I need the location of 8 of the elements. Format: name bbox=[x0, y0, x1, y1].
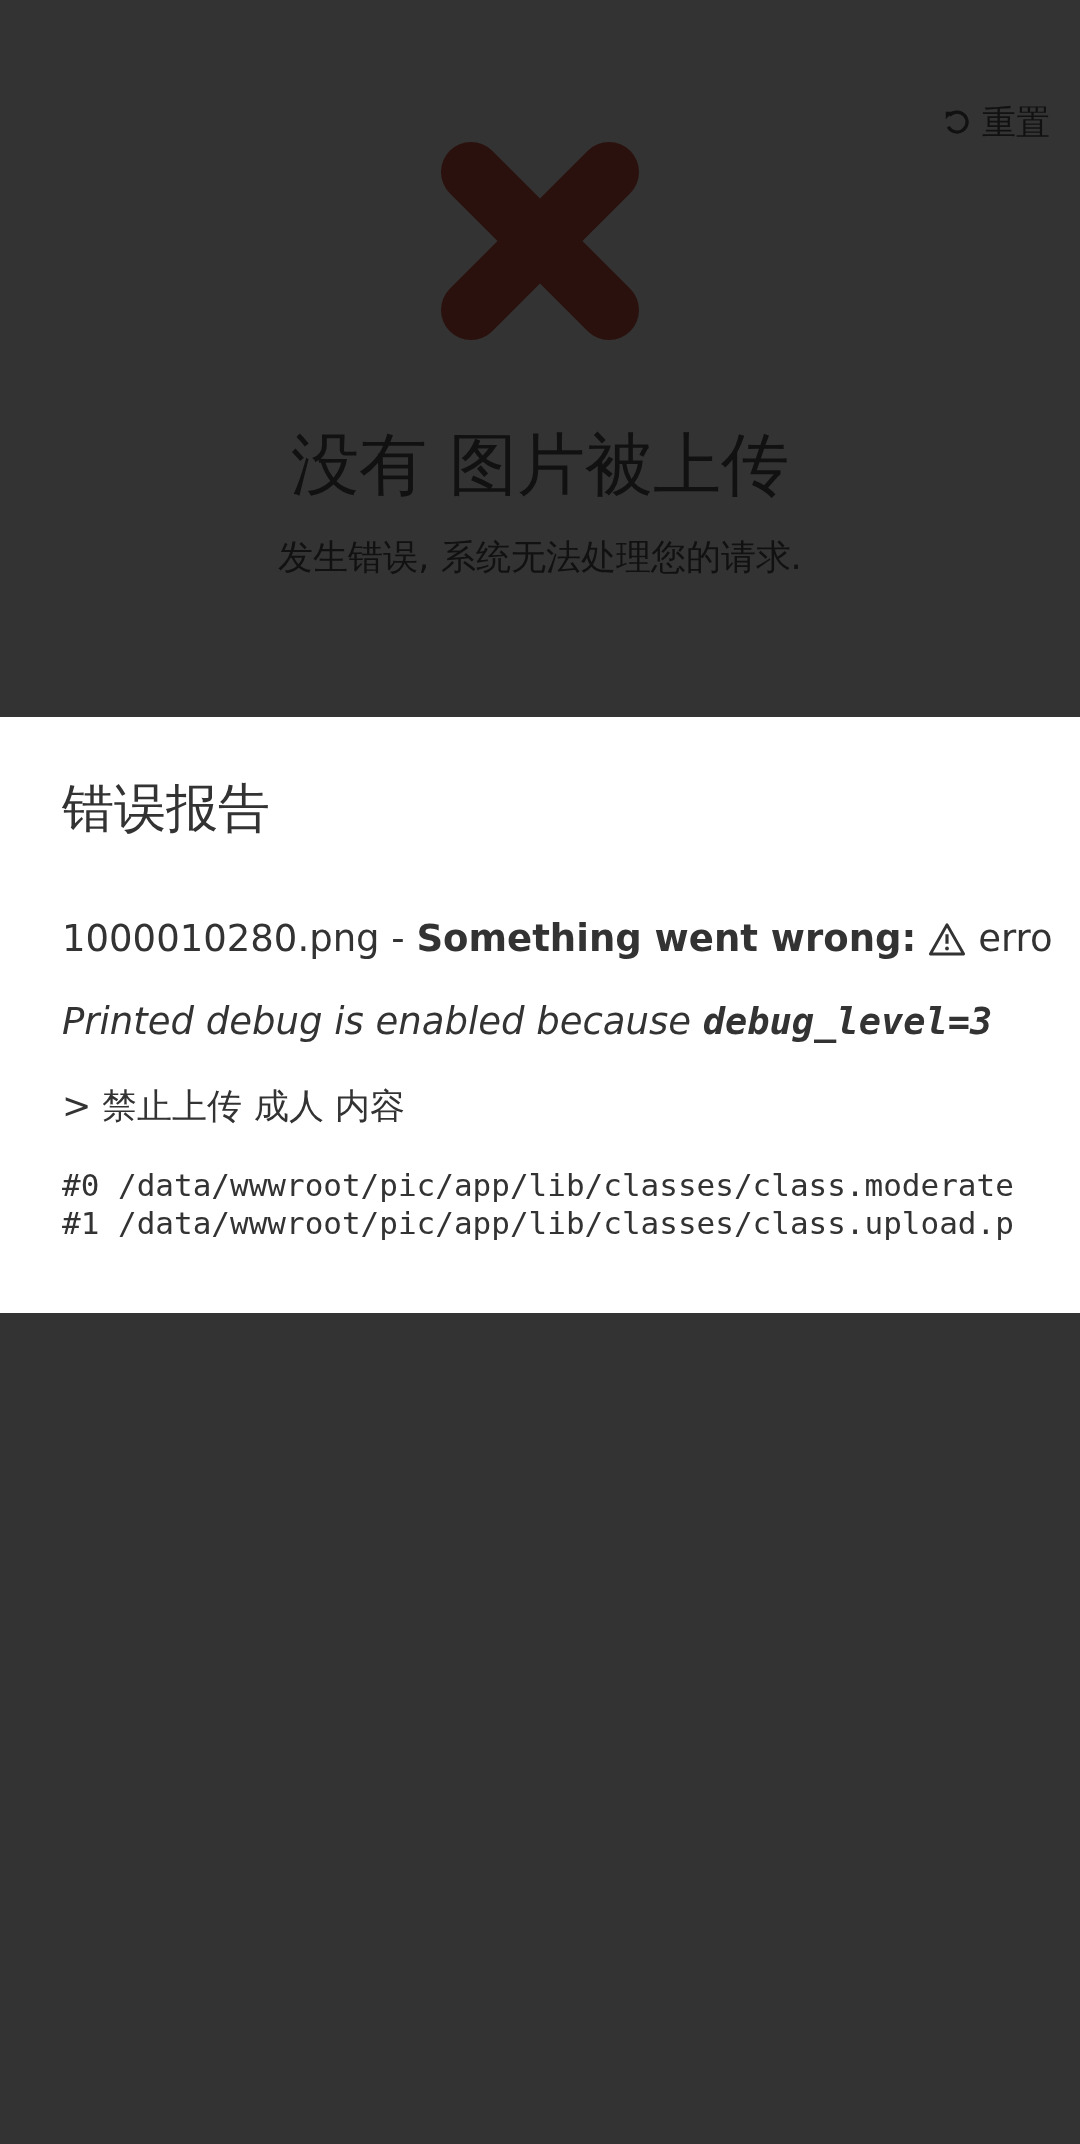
error-text: erro bbox=[978, 917, 1053, 961]
report-title: 错误报告 bbox=[62, 777, 271, 840]
error-summary: 1000010280.png - Something went wrong: bbox=[62, 917, 917, 961]
trace-line: #1 /data/wwwroot/pic/app/lib/classes/class.upload.p bbox=[62, 1204, 1014, 1243]
error-reason: > 禁止上传 成人 内容 bbox=[62, 1085, 406, 1129]
trace-line: #0 /data/wwwroot/pic/app/lib/classes/class.moderate bbox=[62, 1166, 1014, 1205]
debug-note: Printed debug is enabled because debug_level=3 bbox=[62, 1000, 994, 1044]
warning-icon bbox=[928, 920, 967, 957]
